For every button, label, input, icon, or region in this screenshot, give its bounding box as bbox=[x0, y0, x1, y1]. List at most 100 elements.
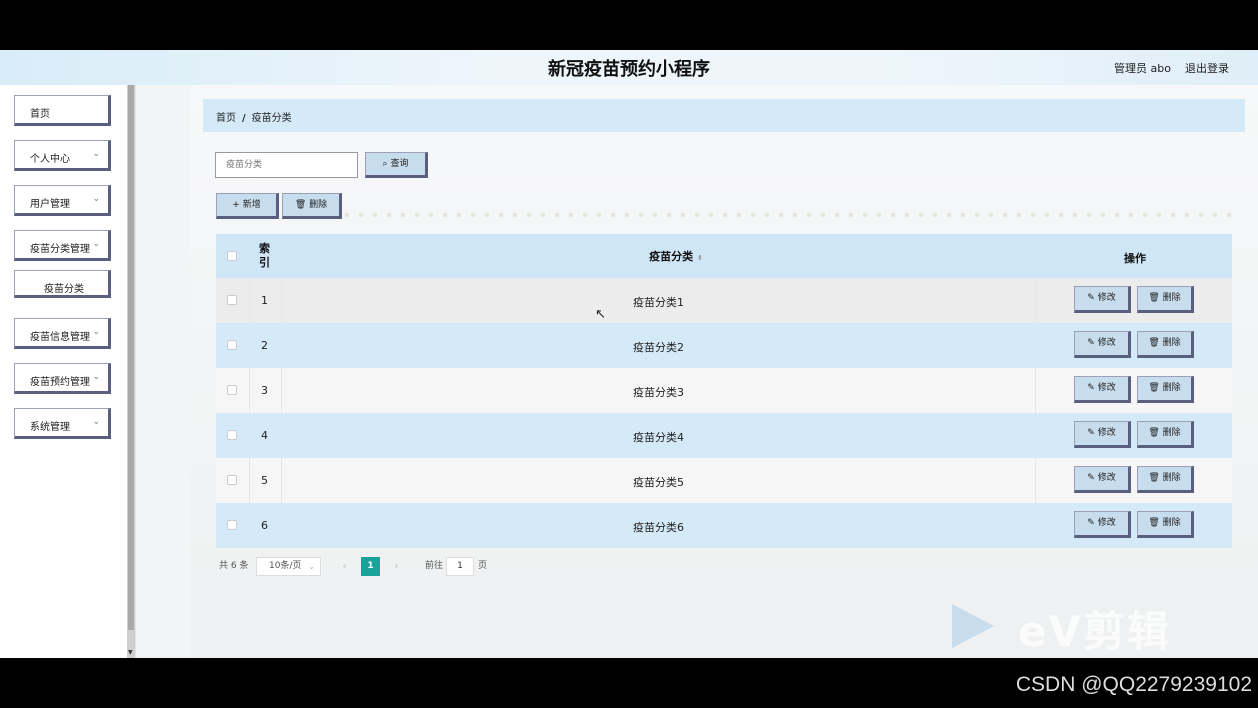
sidebar-item-personal-center[interactable]: 个人中心 ⌄ bbox=[14, 140, 111, 171]
row-index: 3 bbox=[261, 384, 268, 397]
row-checkbox[interactable] bbox=[227, 385, 237, 395]
search-button[interactable]: ⌕ 查询 bbox=[365, 152, 428, 178]
edit-button[interactable]: ✎ 修改 bbox=[1074, 331, 1131, 358]
mouse-cursor-icon: ↖ bbox=[595, 307, 606, 322]
search-input[interactable] bbox=[215, 152, 358, 178]
table-row: 4 疫苗分类4 ✎ 修改 🗑 删除 bbox=[216, 413, 1232, 458]
row-checkbox[interactable] bbox=[227, 430, 237, 440]
add-button[interactable]: + 新增 bbox=[216, 193, 279, 219]
sidebar-item-label: 用户管理 bbox=[30, 199, 70, 210]
row-category: 疫苗分类2 bbox=[633, 341, 684, 354]
video-watermark: eV剪辑 bbox=[1018, 607, 1171, 656]
breadcrumb: 首页 / 疫苗分类 bbox=[203, 99, 1245, 132]
delete-row-button[interactable]: 🗑 删除 bbox=[1137, 421, 1194, 448]
edit-button[interactable]: ✎ 修改 bbox=[1074, 421, 1131, 448]
row-index: 2 bbox=[261, 339, 268, 352]
app-header: 新冠疫苗预约小程序 管理员 abo 退出登录 bbox=[0, 50, 1258, 85]
edit-button[interactable]: ✎ 修改 bbox=[1074, 466, 1131, 493]
plus-icon: + bbox=[232, 200, 240, 210]
sidebar-item-vaccine-category-management[interactable]: 疫苗分类管理 ⌄ bbox=[14, 230, 111, 261]
sidebar-scrollbar[interactable]: ▼ bbox=[127, 85, 135, 658]
sidebar-item-label: 疫苗分类管理 bbox=[30, 244, 90, 255]
sidebar-item-label: 疫苗信息管理 bbox=[30, 332, 90, 343]
breadcrumb-separator: / bbox=[242, 113, 246, 124]
edit-icon: ✎ bbox=[1087, 338, 1095, 348]
row-checkbox[interactable] bbox=[227, 340, 237, 350]
sidebar-item-label: 首页 bbox=[30, 109, 50, 120]
sidebar-item-home[interactable]: 首页 bbox=[14, 95, 111, 126]
edit-icon: ✎ bbox=[1087, 383, 1095, 393]
delete-row-button[interactable]: 🗑 删除 bbox=[1137, 376, 1194, 403]
row-index: 4 bbox=[261, 429, 268, 442]
delete-label: 删除 bbox=[1162, 518, 1181, 528]
delete-row-button[interactable]: 🗑 删除 bbox=[1137, 331, 1194, 358]
chevron-down-icon: ⌄ bbox=[92, 372, 100, 382]
delete-label: 删除 bbox=[1162, 473, 1181, 483]
scroll-down-arrow-icon[interactable]: ▼ bbox=[128, 649, 133, 656]
trash-icon: 🗑 bbox=[294, 200, 307, 210]
edit-button[interactable]: ✎ 修改 bbox=[1074, 511, 1131, 538]
select-all-checkbox[interactable] bbox=[227, 251, 237, 261]
prev-page-button[interactable]: ‹ bbox=[335, 557, 354, 576]
edit-label: 修改 bbox=[1097, 428, 1116, 438]
trash-icon: 🗑 bbox=[1148, 383, 1160, 393]
edit-button[interactable]: ✎ 修改 bbox=[1074, 376, 1131, 403]
trash-icon: 🗑 bbox=[1148, 428, 1160, 438]
delete-label: 删除 bbox=[1162, 428, 1181, 438]
edit-icon: ✎ bbox=[1087, 518, 1095, 528]
sidebar-item-vaccine-info-management[interactable]: 疫苗信息管理 ⌄ bbox=[14, 318, 111, 349]
goto-label: 前往 bbox=[425, 561, 444, 571]
table-row: 2 疫苗分类2 ✎ 修改 🗑 删除 bbox=[216, 323, 1232, 368]
header-category[interactable]: 疫苗分类 ⬍ bbox=[616, 248, 736, 264]
trash-icon: 🗑 bbox=[1148, 473, 1160, 483]
edit-label: 修改 bbox=[1097, 338, 1116, 348]
chevron-down-icon: ⌄ bbox=[92, 417, 100, 427]
trash-icon: 🗑 bbox=[1148, 293, 1160, 303]
row-index: 6 bbox=[261, 519, 268, 532]
page-size-select[interactable]: 10条/页 ⌄ bbox=[256, 557, 321, 576]
page-number-current[interactable]: 1 bbox=[361, 557, 380, 576]
scrollbar-thumb[interactable] bbox=[128, 85, 134, 630]
chevron-down-icon: ⌄ bbox=[92, 239, 100, 249]
delete-row-button[interactable]: 🗑 删除 bbox=[1137, 466, 1194, 493]
pagination-total: 共 6 条 bbox=[219, 561, 249, 571]
table-row: 3 疫苗分类3 ✎ 修改 🗑 删除 bbox=[216, 368, 1232, 413]
batch-delete-button[interactable]: 🗑 删除 bbox=[282, 193, 342, 219]
breadcrumb-current: 疫苗分类 bbox=[251, 113, 292, 124]
sidebar-subitem-vaccine-category[interactable]: 疫苗分类 bbox=[14, 270, 111, 298]
delete-label: 删除 bbox=[1162, 293, 1181, 303]
row-category: 疫苗分类3 bbox=[633, 386, 684, 399]
row-checkbox[interactable] bbox=[227, 520, 237, 530]
sort-icon[interactable]: ⬍ bbox=[697, 254, 703, 262]
edit-icon: ✎ bbox=[1087, 293, 1095, 303]
row-checkbox[interactable] bbox=[227, 475, 237, 485]
header-category-label: 疫苗分类 bbox=[649, 250, 694, 263]
chevron-down-icon: ⌄ bbox=[92, 149, 100, 159]
header-actions: 操作 bbox=[1124, 252, 1146, 265]
row-category: 疫苗分类4 bbox=[633, 431, 684, 444]
table-header: 索引 疫苗分类 ⬍ 操作 bbox=[216, 234, 1232, 278]
breadcrumb-home[interactable]: 首页 bbox=[216, 113, 236, 124]
row-checkbox[interactable] bbox=[227, 295, 237, 305]
goto-page-input[interactable]: 1 bbox=[446, 557, 474, 576]
logout-link[interactable]: 退出登录 bbox=[1185, 60, 1229, 76]
vaccine-category-table: 索引 疫苗分类 ⬍ 操作 1 疫苗分类1 ✎ 修改 🗑 删除 2 疫苗分类2 ✎… bbox=[216, 234, 1232, 548]
delete-button-label: 删除 bbox=[309, 200, 328, 210]
edit-label: 修改 bbox=[1097, 383, 1116, 393]
table-row: 1 疫苗分类1 ✎ 修改 🗑 删除 bbox=[216, 278, 1232, 323]
row-index: 1 bbox=[261, 294, 268, 307]
row-index: 5 bbox=[261, 474, 268, 487]
sidebar-item-system-management[interactable]: 系统管理 ⌄ bbox=[14, 408, 111, 439]
chevron-down-icon: ⌄ bbox=[92, 194, 100, 204]
chevron-down-icon: ⌄ bbox=[92, 327, 100, 337]
delete-row-button[interactable]: 🗑 删除 bbox=[1137, 511, 1194, 538]
edit-button[interactable]: ✎ 修改 bbox=[1074, 286, 1131, 313]
delete-row-button[interactable]: 🗑 删除 bbox=[1137, 286, 1194, 313]
edit-label: 修改 bbox=[1097, 473, 1116, 483]
sidebar-item-vaccine-appointment-management[interactable]: 疫苗预约管理 ⌄ bbox=[14, 363, 111, 394]
next-page-button[interactable]: › bbox=[387, 557, 406, 576]
goto-unit: 页 bbox=[478, 561, 488, 571]
sidebar: 首页 个人中心 ⌄ 用户管理 ⌄ 疫苗分类管理 ⌄ 疫苗分类 疫苗信息管理 ⌄ 疫苗预约… bbox=[0, 85, 136, 658]
sidebar-item-user-management[interactable]: 用户管理 ⌄ bbox=[14, 185, 111, 216]
sidebar-item-label: 个人中心 bbox=[30, 154, 70, 165]
